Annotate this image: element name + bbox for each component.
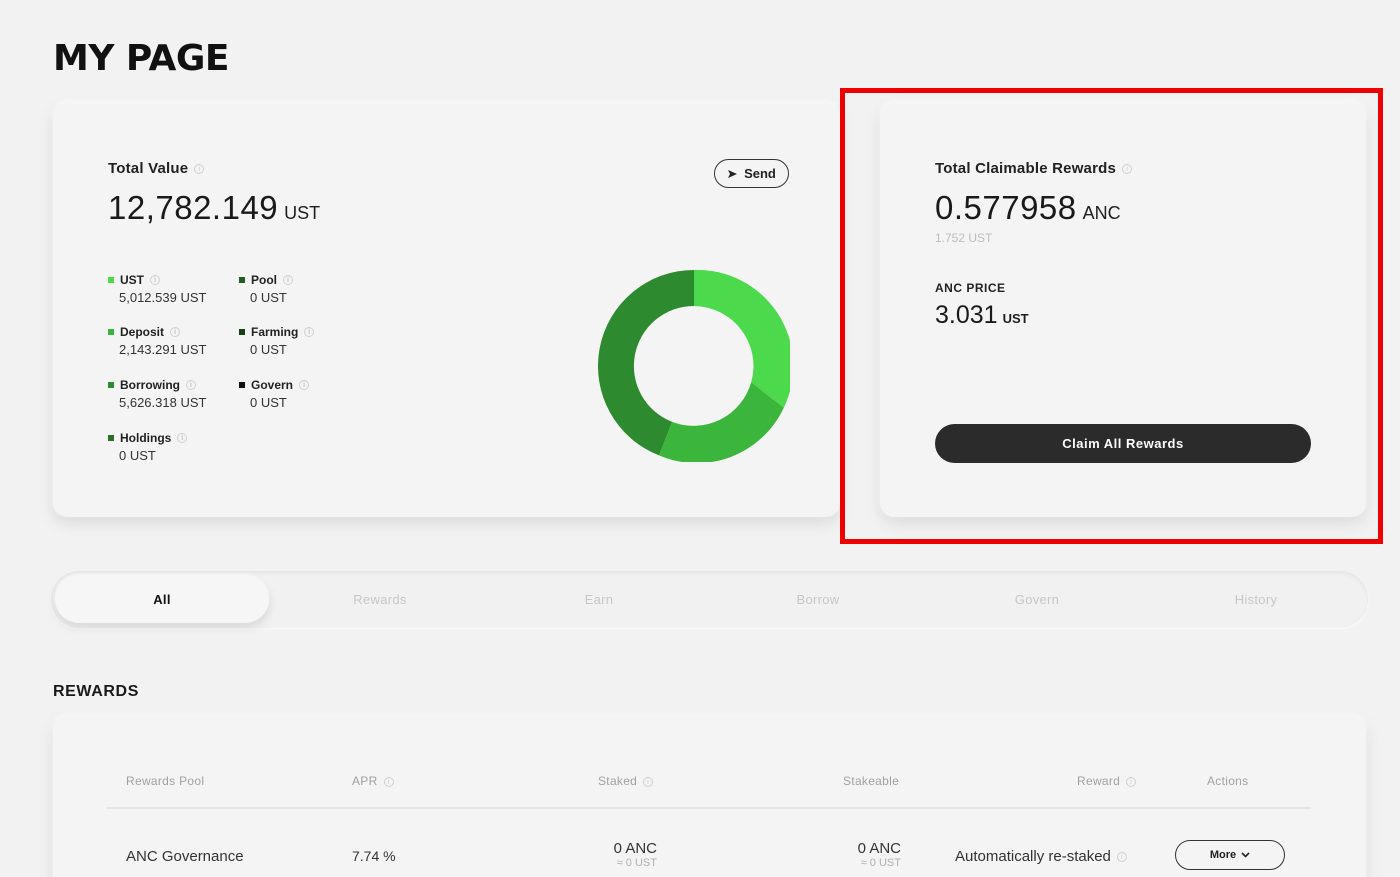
anc-price-label: ANC PRICE [935, 281, 1006, 295]
info-icon[interactable]: i [304, 327, 315, 337]
anc-price-unit: UST [1002, 311, 1029, 326]
donut-segment-deposit [659, 382, 784, 462]
total-value-card: Total Value i 12,782.149 UST Send UST i 5,0… [53, 103, 840, 517]
info-icon[interactable]: i [186, 380, 196, 390]
send-button[interactable]: Send [714, 159, 789, 188]
claim-all-rewards-button[interactable]: Claim All Rewards [935, 424, 1311, 463]
column-header-apr: APR i [352, 774, 394, 788]
column-header-reward: Reward i [1077, 774, 1137, 788]
legend-item-pool: Pool i 0 UST [239, 273, 293, 305]
column-header-actions: Actions [1207, 774, 1249, 788]
stakeable-ust-value: ≈ 0 UST [860, 857, 901, 869]
legend-item-deposit: Deposit i 2,143.291 UST [108, 325, 206, 357]
legend-item-ust: UST i 5,012.539 UST [108, 273, 206, 305]
rewards-section-title: REWARDS [53, 683, 139, 700]
legend-value: 0 UST [250, 290, 287, 305]
info-icon[interactable]: i [1122, 163, 1133, 174]
legend-label: Pool [251, 273, 277, 287]
header-divider [107, 807, 1311, 809]
cell-apr: 7.74 % [352, 848, 396, 864]
tab-history[interactable]: History [1149, 575, 1363, 623]
legend-value: 0 UST [250, 395, 287, 410]
info-icon[interactable]: i [1126, 776, 1137, 787]
legend-item-holdings: Holdings i 0 UST [108, 431, 188, 463]
legend-label: UST [120, 273, 144, 287]
legend-swatch [108, 435, 114, 441]
column-header-rewards-pool: Rewards Pool [126, 774, 205, 788]
claimable-rewards-ust: 1.752 UST [935, 231, 993, 245]
rewards-table: Rewards Pool APR i Staked i Stakeable Rewa… [53, 716, 1366, 877]
legend-value: 2,143.291 UST [119, 342, 207, 357]
legend-label: Borrowing [120, 378, 180, 392]
info-icon[interactable]: i [177, 433, 188, 443]
send-arrow-icon [728, 169, 738, 178]
legend-swatch [239, 382, 245, 388]
total-value-amount: 12,782.149 [108, 189, 279, 226]
legend-swatch [239, 277, 245, 283]
cell-stakeable: 0 ANC ≈ 0 UST [837, 840, 901, 869]
legend-item-borrowing: Borrowing i 5,626.318 UST [108, 378, 206, 410]
legend-value: 0 UST [119, 448, 156, 463]
info-icon[interactable]: i [150, 275, 160, 285]
legend-item-govern: Govern i 0 UST [239, 378, 310, 410]
portfolio-donut-chart [598, 270, 790, 462]
cell-reward: Automatically re-staked i [955, 848, 1127, 865]
stakeable-value: 0 ANC [857, 840, 901, 857]
info-icon[interactable]: i [383, 776, 394, 787]
info-icon[interactable]: i [643, 776, 654, 787]
claimable-rewards-amount: 0.577958 [935, 189, 1077, 226]
info-icon[interactable]: i [283, 275, 293, 285]
tab-bar: All Rewards Earn Borrow Govern History [51, 571, 1368, 628]
tab-govern[interactable]: Govern [930, 575, 1144, 623]
info-icon[interactable]: i [1116, 852, 1127, 863]
legend-value: 5,626.318 UST [119, 395, 207, 410]
legend-label: Deposit [120, 325, 165, 339]
staked-ust-value: ≈ 0 UST [616, 857, 657, 869]
cell-staked: 0 ANC ≈ 0 UST [593, 840, 657, 869]
total-value-label: Total Value [108, 160, 189, 177]
tab-rewards[interactable]: Rewards [273, 575, 487, 623]
legend-value: 5,012.539 UST [119, 290, 207, 305]
tab-earn[interactable]: Earn [492, 575, 706, 623]
claimable-rewards-unit: ANC [1082, 203, 1121, 223]
legend-swatch [239, 329, 245, 335]
legend-swatch [108, 329, 114, 335]
total-value-unit: UST [284, 203, 321, 223]
column-header-stakeable: Stakeable [843, 774, 900, 788]
legend-swatch [108, 277, 114, 283]
cell-pool: ANC Governance [126, 848, 244, 865]
legend-label: Holdings [120, 431, 172, 445]
more-button-label: More [1209, 849, 1237, 861]
legend-swatch [108, 382, 114, 388]
donut-segment-ust [694, 270, 790, 408]
tab-all[interactable]: All [55, 575, 269, 623]
staked-value: 0 ANC [613, 840, 657, 857]
send-button-label: Send [744, 166, 776, 181]
legend-item-farming: Farming i 0 UST [239, 325, 315, 357]
column-header-staked: Staked i [598, 774, 654, 788]
chevron-down-icon [1241, 852, 1250, 858]
claimable-rewards-card: Total Claimable Rewards i 0.577958 ANC 1.7… [880, 103, 1366, 517]
claimable-rewards-label: Total Claimable Rewards [935, 160, 1117, 177]
legend-value: 0 UST [250, 342, 287, 357]
anc-price-value: 3.031 [935, 301, 998, 329]
more-button[interactable]: More [1175, 840, 1285, 870]
page-title: MY PAGE [53, 38, 230, 79]
tab-borrow[interactable]: Borrow [711, 575, 925, 623]
info-icon[interactable]: i [170, 327, 181, 337]
info-icon[interactable]: i [194, 163, 205, 174]
legend-label: Govern [251, 378, 294, 392]
legend-label: Farming [251, 325, 299, 339]
info-icon[interactable]: i [299, 380, 310, 390]
